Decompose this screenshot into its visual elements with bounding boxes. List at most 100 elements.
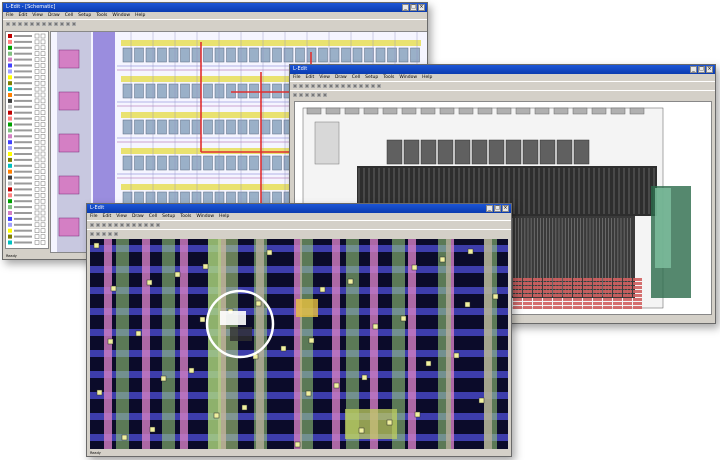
menu-edit[interactable]: Edit xyxy=(19,12,28,19)
menu-file[interactable]: File xyxy=(6,12,14,19)
menu-cell[interactable]: Cell xyxy=(352,74,360,81)
select-icon[interactable] xyxy=(54,22,58,26)
zoom-out-icon[interactable] xyxy=(353,84,357,88)
menu-file[interactable]: File xyxy=(293,74,301,81)
new-icon[interactable] xyxy=(6,22,10,26)
wire-icon[interactable] xyxy=(150,223,154,227)
wire-icon[interactable] xyxy=(371,84,375,88)
layout-titlebar[interactable]: L-Edit _ □ × xyxy=(290,65,715,74)
paste-icon[interactable] xyxy=(120,223,124,227)
menu-edit[interactable]: Edit xyxy=(306,74,315,81)
select-icon[interactable] xyxy=(90,232,94,236)
layer-name xyxy=(14,188,32,191)
layer-name xyxy=(14,35,32,37)
zoom-window[interactable]: L-Edit _ □ × File Edit View Draw Cell Setu… xyxy=(86,203,512,457)
maximize-icon[interactable]: □ xyxy=(410,4,417,11)
close-icon[interactable]: × xyxy=(502,205,509,212)
undo-icon[interactable] xyxy=(335,84,339,88)
polygon-icon[interactable] xyxy=(144,223,148,227)
ruler-icon[interactable] xyxy=(377,84,381,88)
menu-window[interactable]: Window xyxy=(112,12,130,19)
rotate-icon[interactable] xyxy=(102,232,106,236)
zoomed-layout-drawing[interactable] xyxy=(90,239,508,449)
paste-icon[interactable] xyxy=(329,84,333,88)
polygon-icon[interactable] xyxy=(365,84,369,88)
copy-icon[interactable] xyxy=(323,84,327,88)
save-icon[interactable] xyxy=(102,223,106,227)
menu-file[interactable]: File xyxy=(90,213,98,220)
menu-help[interactable]: Help xyxy=(219,213,229,220)
minimize-icon[interactable]: _ xyxy=(486,205,493,212)
print-icon[interactable] xyxy=(311,84,315,88)
cut-icon[interactable] xyxy=(24,22,28,26)
close-icon[interactable]: × xyxy=(418,4,425,11)
cut-icon[interactable] xyxy=(317,84,321,88)
fill-cell xyxy=(583,294,592,297)
save-icon[interactable] xyxy=(18,22,22,26)
ruler-icon[interactable] xyxy=(156,223,160,227)
menu-help[interactable]: Help xyxy=(422,74,432,81)
maximize-icon[interactable]: □ xyxy=(698,66,705,73)
zoom-titlebar[interactable]: L-Edit _ □ × xyxy=(87,204,511,213)
menu-view[interactable]: View xyxy=(116,213,127,220)
menu-tools[interactable]: Tools xyxy=(96,12,107,19)
paste-icon[interactable] xyxy=(36,22,40,26)
menu-cell[interactable]: Cell xyxy=(149,213,157,220)
copy-icon[interactable] xyxy=(114,223,118,227)
layer-palette[interactable] xyxy=(5,31,49,249)
flip-icon[interactable] xyxy=(108,232,112,236)
layer-list[interactable] xyxy=(6,32,48,248)
zoom-in-icon[interactable] xyxy=(42,22,46,26)
flip-icon[interactable] xyxy=(311,93,315,97)
menu-window[interactable]: Window xyxy=(399,74,417,81)
menu-window[interactable]: Window xyxy=(196,213,214,220)
drc-icon[interactable] xyxy=(323,93,327,97)
zoom-out-icon[interactable] xyxy=(132,223,136,227)
save-icon[interactable] xyxy=(305,84,309,88)
copy-icon[interactable] xyxy=(30,22,34,26)
menu-setup[interactable]: Setup xyxy=(78,12,91,19)
std-cell xyxy=(145,155,156,171)
cut-icon[interactable] xyxy=(108,223,112,227)
schematic-titlebar[interactable]: L-Edit - [Schematic] _ □ × xyxy=(3,3,427,12)
menu-tools[interactable]: Tools xyxy=(383,74,394,81)
menu-edit[interactable]: Edit xyxy=(103,213,112,220)
new-icon[interactable] xyxy=(90,223,94,227)
zoom-in-icon[interactable] xyxy=(126,223,130,227)
zoom-out-icon[interactable] xyxy=(48,22,52,26)
rotate-icon[interactable] xyxy=(305,93,309,97)
menu-tools[interactable]: Tools xyxy=(180,213,191,220)
new-icon[interactable] xyxy=(293,84,297,88)
drc-icon[interactable] xyxy=(114,232,118,236)
pin-icon[interactable] xyxy=(66,22,70,26)
zoom-canvas[interactable] xyxy=(90,239,508,449)
menu-help[interactable]: Help xyxy=(135,12,145,19)
minimize-icon[interactable]: _ xyxy=(402,4,409,11)
redo-icon[interactable] xyxy=(341,84,345,88)
menu-draw[interactable]: Draw xyxy=(48,12,60,19)
merge-icon[interactable] xyxy=(317,93,321,97)
menu-view[interactable]: View xyxy=(319,74,330,81)
move-icon[interactable] xyxy=(96,232,100,236)
menu-setup[interactable]: Setup xyxy=(162,213,175,220)
minimize-icon[interactable]: _ xyxy=(690,66,697,73)
select-icon[interactable] xyxy=(293,93,297,97)
menu-cell[interactable]: Cell xyxy=(65,12,73,19)
wire-icon[interactable] xyxy=(60,22,64,26)
layer-name xyxy=(14,58,32,61)
menu-view[interactable]: View xyxy=(32,12,43,19)
text-icon[interactable] xyxy=(72,22,76,26)
box-icon[interactable] xyxy=(138,223,142,227)
open-icon[interactable] xyxy=(299,84,303,88)
zoom-in-icon[interactable] xyxy=(347,84,351,88)
open-icon[interactable] xyxy=(12,22,16,26)
menu-setup[interactable]: Setup xyxy=(365,74,378,81)
close-icon[interactable]: × xyxy=(706,66,713,73)
menu-draw[interactable]: Draw xyxy=(132,213,144,220)
maximize-icon[interactable]: □ xyxy=(494,205,501,212)
open-icon[interactable] xyxy=(96,223,100,227)
box-icon[interactable] xyxy=(359,84,363,88)
move-icon[interactable] xyxy=(299,93,303,97)
menu-draw[interactable]: Draw xyxy=(335,74,347,81)
fill-cell xyxy=(523,290,532,293)
